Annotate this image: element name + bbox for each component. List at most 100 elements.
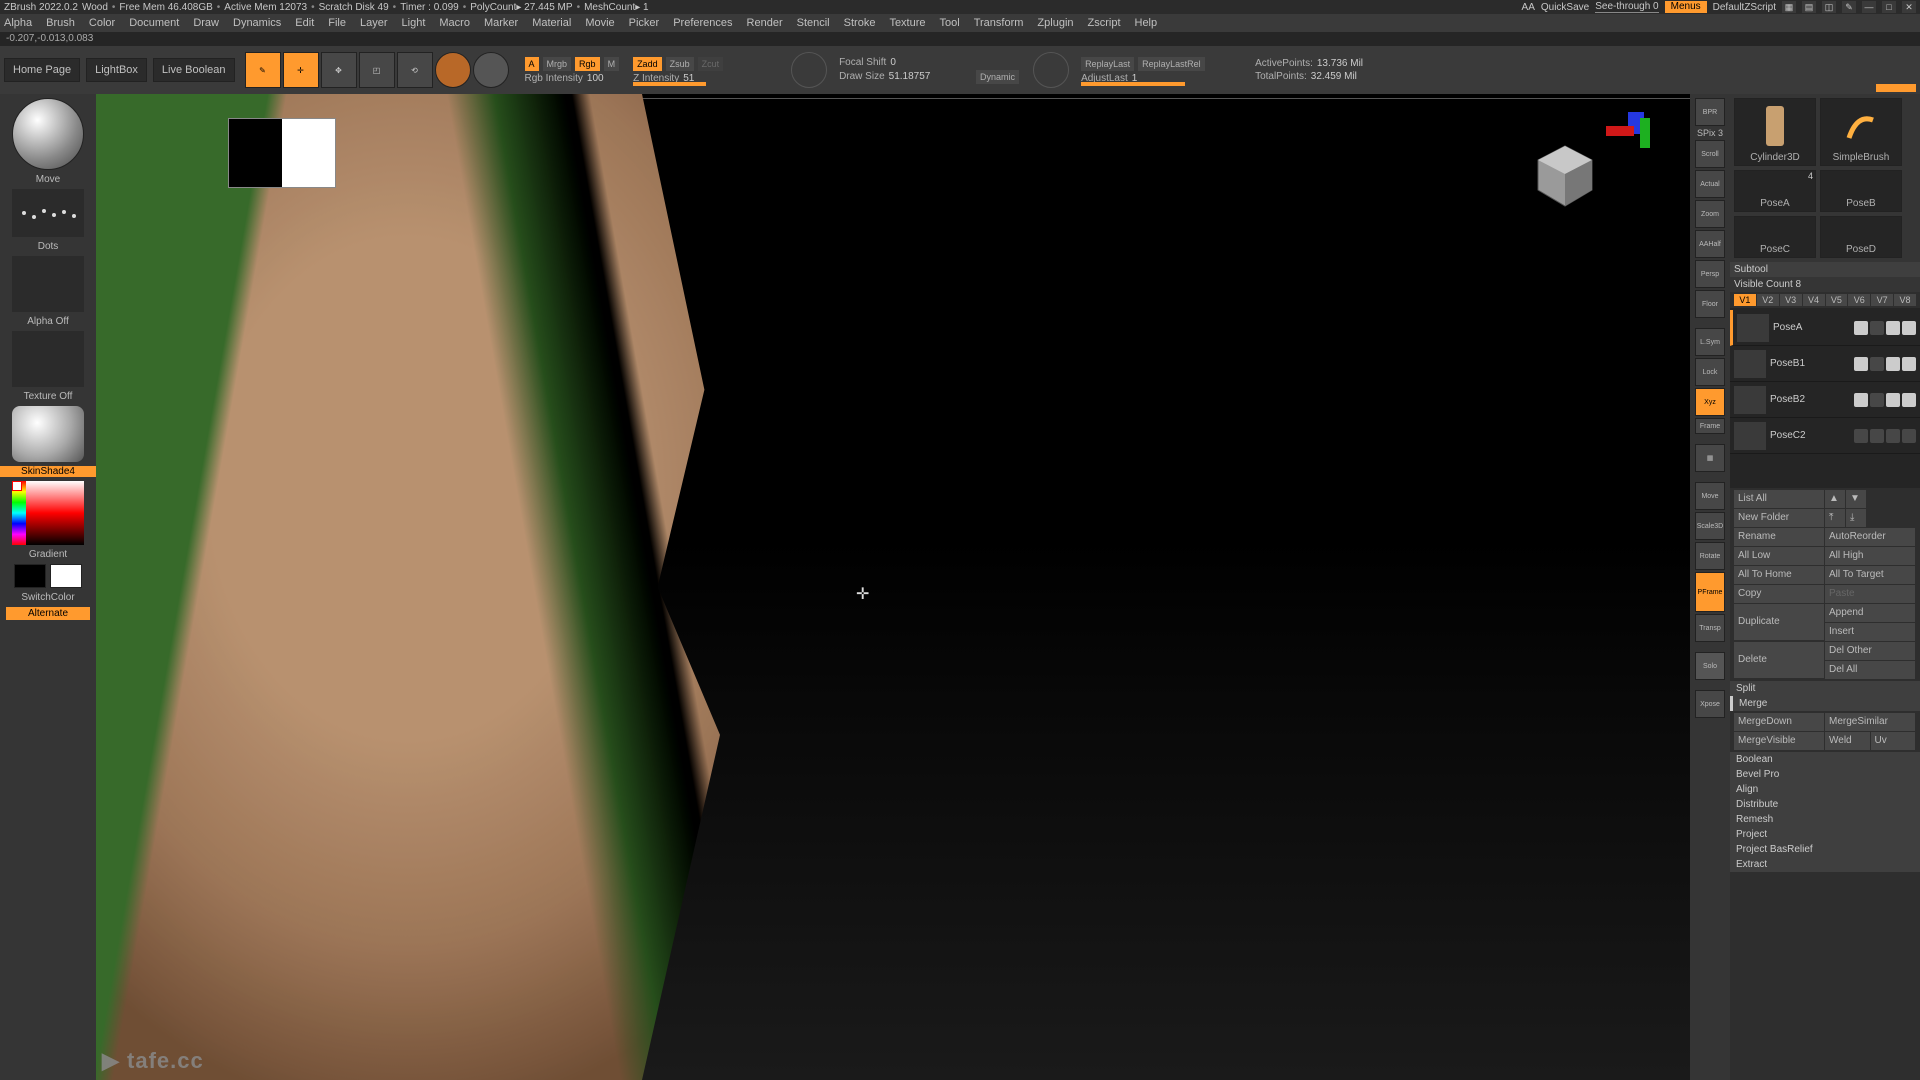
menu-help[interactable]: Help (1135, 17, 1158, 29)
zoom-button[interactable]: Zoom (1695, 200, 1725, 228)
merge-similar-button[interactable]: MergeSimilar (1825, 713, 1915, 731)
visible-icon[interactable] (1902, 429, 1916, 443)
paint-icon[interactable] (1870, 357, 1884, 371)
close-button[interactable]: ✕ (1902, 1, 1916, 13)
3d-move-button[interactable]: Move (1695, 482, 1725, 510)
menu-stroke[interactable]: Stroke (844, 17, 876, 29)
delete-button[interactable]: Delete (1734, 642, 1824, 678)
menu-stencil[interactable]: Stencil (797, 17, 830, 29)
material-thumbnail[interactable] (12, 406, 84, 462)
imm-curve-icon[interactable] (1033, 52, 1069, 88)
menu-preferences[interactable]: Preferences (673, 17, 732, 29)
lock-button[interactable]: Lock (1695, 358, 1725, 386)
menu-alpha[interactable]: Alpha (4, 17, 32, 29)
menu-movie[interactable]: Movie (585, 17, 614, 29)
visible-icon[interactable] (1902, 321, 1916, 335)
brush-thumbnail[interactable] (12, 98, 84, 170)
tool-slot-posed[interactable]: PoseD (1820, 216, 1902, 258)
switch-color-button[interactable]: SwitchColor (0, 592, 96, 603)
menu-picker[interactable]: Picker (629, 17, 660, 29)
solo-icon[interactable] (1886, 321, 1900, 335)
aa-toggle[interactable]: AA (1522, 2, 1535, 13)
menu-document[interactable]: Document (129, 17, 179, 29)
actual-button[interactable]: Actual (1695, 170, 1725, 198)
menu-render[interactable]: Render (747, 17, 783, 29)
scroll-button[interactable]: Scroll (1695, 140, 1725, 168)
brush-curve-icon[interactable] (791, 52, 827, 88)
rgb-intensity-value[interactable]: 100 (587, 73, 604, 84)
solo-button[interactable]: Solo (1695, 652, 1725, 680)
zadd-button[interactable]: Zadd (633, 57, 662, 71)
rgb-button[interactable]: Rgb (575, 57, 600, 71)
all-high-button[interactable]: All High (1825, 547, 1915, 565)
scale-mode-button[interactable]: ◰ (359, 52, 395, 88)
adjust-last-slider[interactable] (1081, 82, 1185, 86)
gizmo-button[interactable] (473, 52, 509, 88)
eye-icon[interactable] (1854, 429, 1868, 443)
vis-v7[interactable]: V7 (1871, 294, 1893, 306)
pframe-button[interactable]: PFrame (1695, 572, 1725, 612)
merge-down-button[interactable]: MergeDown (1734, 713, 1824, 731)
menus-toggle[interactable]: Menus (1665, 1, 1707, 13)
sculptris-button[interactable] (435, 52, 471, 88)
zsub-button[interactable]: Zsub (666, 57, 694, 71)
menu-file[interactable]: File (328, 17, 346, 29)
move-down-button[interactable]: ▼ (1846, 490, 1866, 508)
menu-layer[interactable]: Layer (360, 17, 388, 29)
visible-icon[interactable] (1902, 393, 1916, 407)
saturation-box[interactable] (26, 481, 84, 545)
z-intensity-slider[interactable] (633, 82, 706, 86)
merge-visible-button[interactable]: MergeVisible (1734, 732, 1824, 750)
alpha-thumbnail[interactable] (12, 256, 84, 312)
distribute-section[interactable]: Distribute (1730, 797, 1920, 812)
solo-icon[interactable] (1886, 429, 1900, 443)
all-low-button[interactable]: All Low (1734, 547, 1824, 565)
aahalf-button[interactable]: AAHalf (1695, 230, 1725, 258)
transp-button[interactable]: Transp (1695, 614, 1725, 642)
subtool-item[interactable]: PoseA (1730, 310, 1920, 346)
maximize-button[interactable]: □ (1882, 1, 1896, 13)
gradient-label[interactable]: Gradient (0, 549, 96, 560)
lsym-button[interactable]: L.Sym (1695, 328, 1725, 356)
menu-material[interactable]: Material (532, 17, 571, 29)
bevel-pro-section[interactable]: Bevel Pro (1730, 767, 1920, 782)
mrgb-button[interactable]: Mrgb (543, 57, 572, 71)
append-button[interactable]: Append (1825, 604, 1915, 622)
draw-size-value[interactable]: 51.18757 (889, 71, 931, 82)
menu-color[interactable]: Color (89, 17, 115, 29)
eye-icon[interactable] (1854, 321, 1868, 335)
3d-frame-button[interactable]: ▦ (1695, 444, 1725, 472)
move-mode-button[interactable]: ✥ (321, 52, 357, 88)
axis-widget[interactable] (1606, 112, 1650, 156)
menu-transform[interactable]: Transform (974, 17, 1024, 29)
split-section[interactable]: Split (1730, 681, 1920, 696)
seethrough-slider[interactable]: See-through 0 (1595, 1, 1658, 13)
tool-slot-cylinder[interactable]: Cylinder3D (1734, 98, 1816, 166)
zcut-button[interactable]: Zcut (698, 57, 724, 71)
tool-slot-posec[interactable]: PoseC (1734, 216, 1816, 258)
tool-slot-simplebrush[interactable]: SimpleBrush (1820, 98, 1902, 166)
subtool-item[interactable]: PoseB2 (1730, 382, 1920, 418)
stroke-thumbnail[interactable] (12, 189, 84, 237)
menu-macro[interactable]: Macro (439, 17, 470, 29)
document-thumbnail[interactable] (228, 118, 336, 188)
tool-slot-poseb[interactable]: PoseB (1820, 170, 1902, 212)
paint-icon[interactable] (1870, 321, 1884, 335)
vis-v8[interactable]: V8 (1894, 294, 1916, 306)
tool-slot-posea[interactable]: 4 PoseA (1734, 170, 1816, 212)
paste-button[interactable]: Paste (1825, 585, 1915, 603)
menu-tool[interactable]: Tool (940, 17, 960, 29)
floor-button[interactable]: Floor (1695, 290, 1725, 318)
icon-grid[interactable]: ▦ (1782, 1, 1796, 13)
spix-label[interactable]: SPix 3 (1697, 128, 1723, 138)
copy-button[interactable]: Copy (1734, 585, 1824, 603)
replay-last-rel-button[interactable]: ReplayLastRel (1138, 57, 1205, 71)
canvas[interactable]: ✛ ▶ tafe.cc (96, 94, 1690, 1080)
eye-icon[interactable] (1854, 357, 1868, 371)
menu-zscript[interactable]: Zscript (1088, 17, 1121, 29)
solo-icon[interactable] (1886, 357, 1900, 371)
align-section[interactable]: Align (1730, 782, 1920, 797)
paint-icon[interactable] (1870, 393, 1884, 407)
vis-v1[interactable]: V1 (1734, 294, 1756, 306)
all-to-target-button[interactable]: All To Target (1825, 566, 1915, 584)
